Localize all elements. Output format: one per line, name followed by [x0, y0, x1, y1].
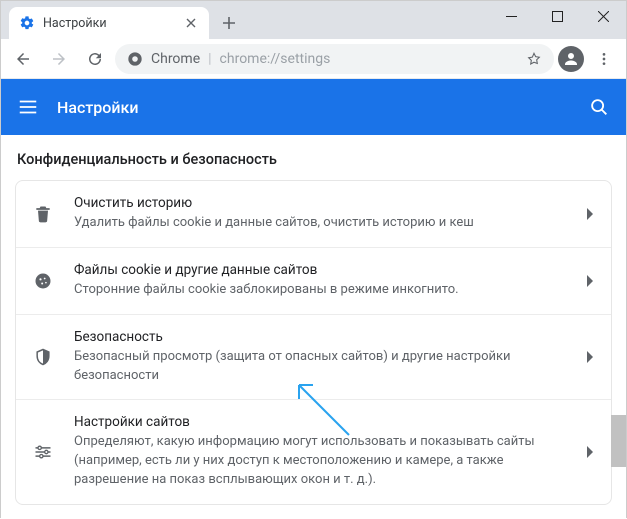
row-text: Очистить историю Удалить файлы cookie и …	[74, 195, 567, 233]
row-text: Настройки сайтов Определяют, какую инфор…	[74, 414, 567, 490]
settings-gear-icon	[19, 15, 35, 31]
new-tab-button[interactable]	[215, 9, 243, 37]
browser-tab[interactable]: Настройки	[9, 7, 209, 39]
window-controls	[488, 1, 626, 31]
row-title: Файлы cookie и другие данные сайтов	[74, 262, 567, 278]
cookie-icon	[32, 271, 54, 291]
row-subtitle: Сторонние файлы cookie заблокированы в р…	[74, 281, 567, 300]
privacy-card: Очистить историю Удалить файлы cookie и …	[15, 180, 612, 505]
chevron-right-icon	[587, 446, 595, 458]
url-prefix: Chrome	[151, 51, 200, 67]
chevron-right-icon	[587, 351, 595, 363]
row-clear-history[interactable]: Очистить историю Удалить файлы cookie и …	[16, 181, 611, 248]
scrollbar-thumb[interactable]	[611, 415, 626, 467]
row-security[interactable]: Безопасность Безопасный просмотр (защита…	[16, 315, 611, 401]
url-divider: |	[208, 51, 211, 67]
bookmark-star-icon[interactable]	[526, 51, 542, 67]
section-title: Конфиденциальность и безопасность	[1, 135, 626, 180]
row-subtitle: Удалить файлы cookie и данные сайтов, оч…	[74, 214, 567, 233]
row-text: Безопасность Безопасный просмотр (защита…	[74, 329, 567, 386]
browser-toolbar: Chrome | chrome://settings	[1, 39, 626, 79]
tab-close-icon[interactable]	[183, 15, 199, 31]
nav-forward-button[interactable]	[43, 43, 75, 75]
tab-title: Настройки	[43, 16, 175, 31]
sliders-icon	[32, 442, 54, 462]
trash-icon	[32, 204, 54, 224]
row-site-settings[interactable]: Настройки сайтов Определяют, какую инфор…	[16, 400, 611, 504]
row-subtitle: Безопасный просмотр (защита от опасных с…	[74, 348, 567, 386]
window-close-button[interactable]	[580, 1, 626, 31]
settings-content: Конфиденциальность и безопасность Очисти…	[1, 135, 626, 519]
nav-back-button[interactable]	[7, 43, 39, 75]
settings-appbar: Настройки	[1, 79, 626, 135]
row-title: Очистить историю	[74, 195, 567, 211]
row-cookies[interactable]: Файлы cookie и другие данные сайтов Стор…	[16, 248, 611, 315]
row-subtitle: Определяют, какую информацию могут испол…	[74, 433, 567, 490]
address-bar[interactable]: Chrome | chrome://settings	[115, 44, 554, 74]
hamburger-menu-icon[interactable]	[17, 96, 39, 118]
chevron-right-icon	[587, 275, 595, 287]
window-titlebar: Настройки	[1, 1, 626, 39]
chevron-right-icon	[587, 208, 595, 220]
shield-icon	[32, 347, 54, 367]
chrome-logo-icon	[127, 51, 143, 67]
row-title: Безопасность	[74, 329, 567, 345]
browser-menu-button[interactable]	[588, 43, 620, 75]
search-icon[interactable]	[588, 96, 610, 118]
appbar-title: Настройки	[57, 98, 570, 117]
window-maximize-button[interactable]	[534, 1, 580, 31]
window-minimize-button[interactable]	[488, 1, 534, 31]
nav-reload-button[interactable]	[79, 43, 111, 75]
row-text: Файлы cookie и другие данные сайтов Стор…	[74, 262, 567, 300]
row-title: Настройки сайтов	[74, 414, 567, 430]
profile-avatar[interactable]	[558, 46, 584, 72]
url-text: chrome://settings	[220, 51, 518, 67]
